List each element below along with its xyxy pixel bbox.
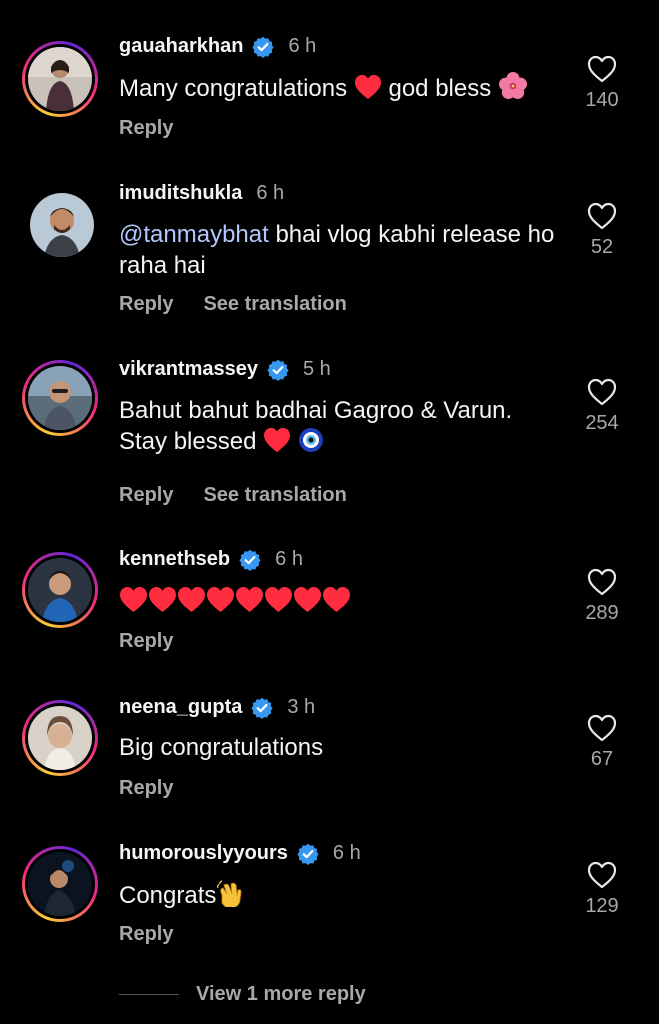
story-ring[interactable] [22,846,98,922]
reply-button[interactable]: Reply [119,923,173,946]
red-heart-icon [293,586,322,613]
like-count: 289 [585,602,619,624]
divider-line [119,994,179,995]
hibiscus-icon [498,72,527,100]
heart-icon [587,861,617,889]
red-heart-icon [148,586,177,613]
like-count: 129 [585,895,619,917]
like-count: 52 [590,236,614,258]
comment-text: Big congratulations [119,734,324,761]
nazar-amulet-icon [298,428,323,452]
comment-text: Many congratulations god bless [119,72,559,104]
avatar[interactable] [28,366,92,430]
see-translation-button[interactable]: See translation [203,484,346,507]
red-heart-icon [264,586,293,613]
heart-icon [587,714,617,742]
reply-button[interactable]: Reply [119,117,173,140]
reply-button[interactable]: Reply [119,484,173,507]
red-heart-icon [235,586,264,613]
like-button[interactable]: 52 [572,202,632,259]
waving-hand-icon [217,880,242,907]
red-heart-icon [119,586,148,613]
avatar[interactable] [30,193,94,257]
verified-badge-icon [239,549,261,571]
username[interactable]: humorouslyyours [119,842,288,865]
like-button[interactable]: 289 [572,568,632,625]
timestamp: 6 h [256,182,285,204]
avatar[interactable] [28,706,92,770]
like-button[interactable]: 67 [572,714,632,771]
avatar[interactable] [28,852,92,916]
red-heart-icon [354,74,382,100]
avatar[interactable] [28,558,92,622]
username[interactable]: kennethseb [119,548,230,571]
story-ring[interactable] [22,552,98,628]
username[interactable]: gauaharkhan [119,35,243,58]
timestamp: 6 h [275,548,303,570]
heart-icon [587,55,617,83]
comment-text [119,586,559,617]
red-heart-icon [263,427,291,453]
heart-icon [587,568,617,596]
comment-text: @tanmaybhat bhai vlog kabhi release ho r… [119,221,555,279]
red-heart-icon [322,586,351,613]
reply-button[interactable]: Reply [119,777,173,800]
username[interactable]: vikrantmassey [119,358,258,381]
timestamp: 6 h [332,842,361,864]
red-heart-icon [177,586,206,613]
timestamp: 3 h [287,696,316,718]
mention-link[interactable]: @tanmaybhat [119,221,269,248]
username[interactable]: neena_gupta [119,696,242,719]
comment-text: Congrats [119,879,559,911]
story-ring[interactable] [22,41,98,117]
like-button[interactable]: 140 [572,55,632,112]
story-ring[interactable] [22,360,98,436]
heart-icon [587,378,617,406]
reply-button[interactable]: Reply [119,630,173,653]
username[interactable]: imuditshukla [119,182,242,205]
verified-badge-icon [297,843,319,865]
comment-text: Bahut bahut badhai Gagroo & Varun. Stay … [119,397,513,455]
reply-button[interactable]: Reply [119,293,173,316]
timestamp: 5 h [302,358,331,380]
like-count: 67 [590,748,614,770]
like-button[interactable]: 129 [572,861,632,918]
verified-badge-icon [252,36,274,58]
view-more-replies-button[interactable]: View 1 more reply [119,983,366,1006]
avatar[interactable] [28,47,92,111]
timestamp: 6 h [288,35,317,57]
like-count: 140 [585,89,619,111]
heart-icon [587,202,617,230]
view-more-replies-label: View 1 more reply [196,983,366,1005]
like-button[interactable]: 254 [572,378,632,435]
verified-badge-icon [251,697,273,719]
story-ring[interactable] [22,700,98,776]
verified-badge-icon [267,359,289,381]
red-heart-icon [206,586,235,613]
like-count: 254 [585,412,619,434]
see-translation-button[interactable]: See translation [203,293,346,316]
